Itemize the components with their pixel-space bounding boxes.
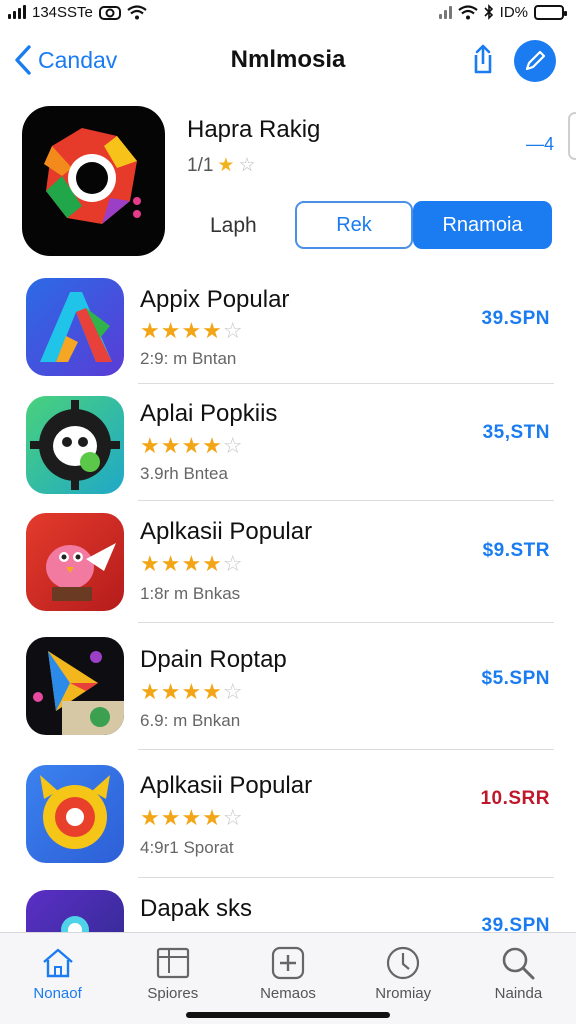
share-button[interactable] [466,43,500,77]
app-list-item[interactable]: Dpain Roptap ★★★★☆ 6.9: m Bnkan $5.SPN [0,626,576,750]
share-icon [474,44,492,74]
featured-app-rating: 1/1 ★ ☆ [187,154,256,177]
app-price[interactable]: $9.STR [483,540,550,562]
divider [138,383,554,384]
featured-app-label: Laph [210,214,257,237]
tab-recent[interactable]: Nromiay [346,933,461,1024]
app-name: Dapak sks [140,895,253,922]
app-rating-stars: ★★★★☆ [140,433,244,458]
pink-bird-app-icon [26,513,124,611]
back-button[interactable]: Candav [14,44,117,76]
divider [138,749,554,750]
yellow-target-app-icon [26,765,124,863]
app-price[interactable]: 35,STN [483,422,550,444]
rating-text: 1/1 [187,154,214,176]
featured-app-icon[interactable] [22,106,165,256]
signal-icon [438,5,452,19]
tab-label: Nonaof [33,985,82,1002]
bluetooth-icon [484,4,493,20]
battery-percent: ID% [499,3,528,21]
panda-gear-app-icon [26,396,124,494]
app-list-item[interactable]: Appix Popular ★★★★☆ 2:9: m Bntan 39.SPN [0,266,576,386]
app-price[interactable]: 10.SRR [480,788,550,810]
navigation-bar: Candav Nmlmosia [0,36,576,88]
app-name: Aplkasii Popular [140,772,313,799]
wifi-icon [457,4,478,19]
status-bar: 134SSTe ID% [0,0,576,24]
wifi-icon [127,4,147,19]
tab-label: Nromiay [375,985,432,1002]
tab-stories[interactable]: Spiores [115,933,230,1024]
app-list-item[interactable]: Aplai Popkiis ★★★★☆ 3.9rh Bntea 35,STN [0,386,576,506]
app-meta: 4:9r1 Sporat [140,838,234,857]
status-right: ID% [438,3,567,21]
search-icon [503,947,535,980]
home-icon [42,948,73,978]
app-name: Aplkasii Popular [140,518,313,545]
tab-label: Nemaos [260,985,316,1002]
app-price[interactable]: 39.SPN [482,308,550,330]
app-rating-stars: ★★★★☆ [140,551,244,576]
app-list-item[interactable]: Aplkasii Popular ★★★★☆ 4:9r1 Sporat 10.S… [0,754,576,878]
compose-button[interactable] [514,40,556,82]
app-meta: 1:8r m Bnkas [140,584,241,603]
status-left-text: 134SSTe [32,3,93,21]
app-meta: 2:9: m Bntan [140,349,237,368]
app-meta: 6.9: m Bnkan [140,711,241,730]
app-meta: 3.9rh Bntea [140,464,228,483]
star-full-icon: ★ [217,155,235,176]
featured-app-count: —4 [526,134,555,154]
primary-button[interactable]: Rnamoia [413,201,552,249]
app-rating-stars: ★★★★☆ [140,805,244,830]
app-price[interactable]: $5.SPN [482,668,550,690]
a-letter-app-icon [26,278,124,376]
plus-square-icon [271,946,305,980]
featured-app: Hapra Rakig 1/1 ★ ☆ —4 Laph Rek Rnamoia [0,104,576,256]
stories-icon [156,947,189,979]
battery-icon [534,4,567,20]
tab-label: Spiores [147,985,199,1002]
divider [138,500,554,501]
divider [138,877,554,878]
app-name: Appix Popular [140,286,290,313]
outline-button[interactable]: Rek [295,201,413,249]
chevron-left-icon [15,45,31,75]
clock-icon [387,946,420,980]
tab-label: Nainda [494,985,543,1002]
camera-icon [98,6,121,20]
compose-icon [525,50,546,71]
back-label: Candav [38,46,118,73]
divider [138,622,554,623]
home-indicator [186,1012,390,1018]
tab-new[interactable]: Nemaos [230,933,345,1024]
app-name: Aplai Popkiis [140,400,278,427]
signal-icon [8,5,26,19]
tab-bar: Nonaof Spiores Nemaos Nromiay Nainda [0,932,576,1024]
app-rating-stars: ★★★★☆ [140,318,244,343]
tab-home[interactable]: Nonaof [0,933,115,1024]
app-name: Dpain Roptap [140,646,287,673]
tab-search[interactable]: Nainda [461,933,576,1024]
app-rating-stars: ★★★★☆ [140,679,244,704]
status-left: 134SSTe [8,4,147,21]
edge-handle[interactable] [568,112,576,160]
featured-app-name: Hapra Rakig [187,116,321,143]
star-empty-icon: ☆ [238,155,256,176]
play-art-app-icon [26,637,124,735]
app-list-item[interactable]: Aplkasii Popular ★★★★☆ 1:8r m Bnkas $9.S… [0,504,576,624]
